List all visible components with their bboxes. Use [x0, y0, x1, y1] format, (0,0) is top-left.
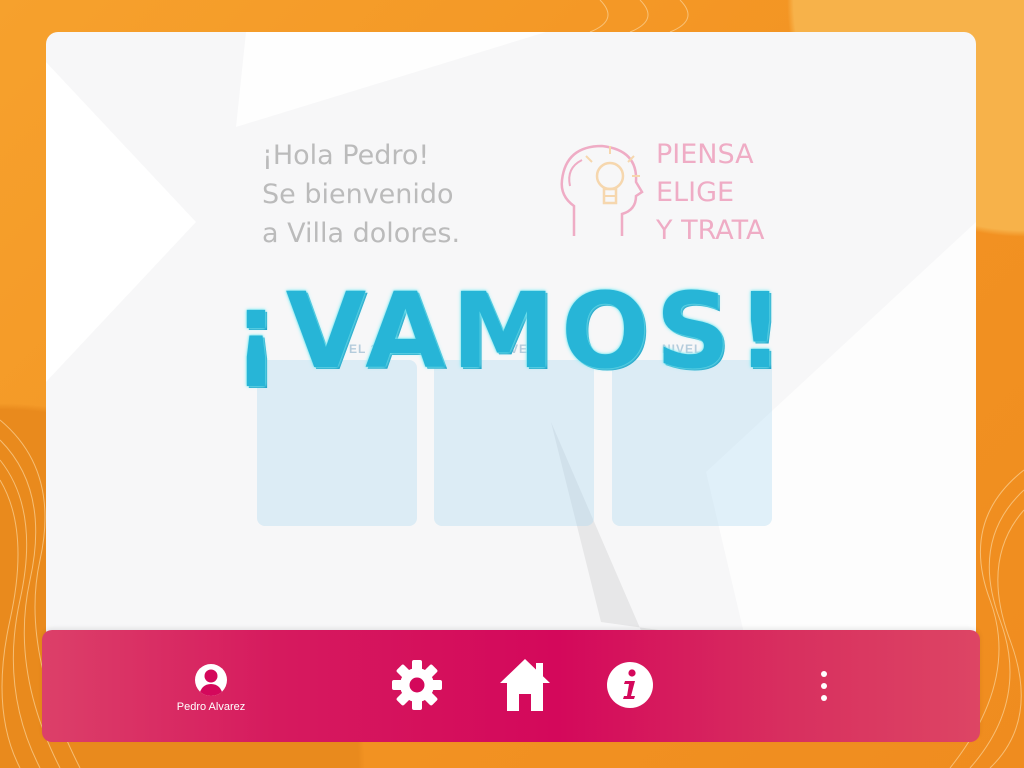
more-vertical-icon[interactable] [812, 666, 836, 706]
greeting-line-2: Se bienvenido [262, 179, 454, 210]
vamos-overlay-text: ¡VAMOS! [232, 270, 790, 392]
slogan-text: PIENSA ELIGE Y TRATA [656, 136, 764, 250]
head-lightbulb-icon [560, 144, 644, 236]
greeting-line-3: a Villa dolores. [262, 218, 461, 249]
greeting-text: ¡Hola Pedro! Se bienvenido a Villa dolor… [262, 136, 460, 253]
main-panel: ¡Hola Pedro! Se bienvenido a Villa dolor… [46, 32, 976, 642]
bottom-navbar: Pedro Alvarez [42, 630, 980, 742]
greeting-line-1: ¡Hola Pedro! [262, 140, 430, 171]
info-icon[interactable] [606, 661, 654, 709]
user-name-label: Pedro Alvarez [176, 701, 246, 713]
user-profile-button[interactable]: Pedro Alvarez [166, 664, 256, 713]
slogan-line-1: PIENSA [656, 139, 754, 170]
slogan-line-3: Y TRATA [656, 215, 765, 246]
gear-icon[interactable] [392, 660, 442, 710]
slogan-line-2: ELIGE [656, 177, 735, 208]
user-icon [195, 664, 227, 696]
home-icon[interactable] [497, 656, 553, 714]
